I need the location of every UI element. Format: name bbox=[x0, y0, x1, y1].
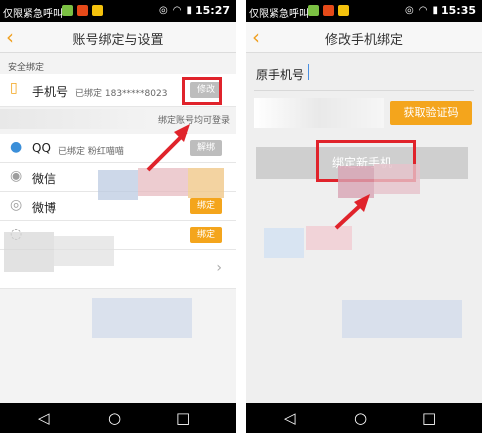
section-label: 安全绑定 bbox=[8, 63, 45, 73]
title-bar: ‹ 修改手机绑定 bbox=[246, 22, 482, 53]
input-underline bbox=[254, 90, 474, 91]
app-notification-icon bbox=[92, 5, 103, 16]
weibo-status-icon: ◎ bbox=[405, 5, 414, 16]
title-bar: ‹ 账号绑定与设置 bbox=[0, 22, 236, 53]
blurred-area bbox=[54, 236, 114, 266]
home-nav-icon[interactable]: ○ bbox=[108, 409, 121, 427]
right-screen: 仅限紧急呼叫 ◎ ◠ ▮ 15:35 ‹ 修改手机绑定 原手机号 获取验证码 绑… bbox=[246, 0, 482, 433]
phone-label: 手机号 bbox=[32, 85, 69, 99]
back-nav-icon[interactable]: ◁ bbox=[284, 409, 296, 427]
highlight-box bbox=[182, 77, 222, 105]
blurred-area bbox=[4, 232, 54, 272]
blurred-area bbox=[374, 164, 420, 194]
page-title: 账号绑定与设置 bbox=[72, 33, 164, 48]
blurred-area bbox=[92, 298, 192, 338]
nav-bar: ◁ ○ □ bbox=[0, 403, 236, 433]
app-notification-icon bbox=[308, 5, 319, 16]
qq-row: ● QQ 已绑定 粉红喵喵 解绑 bbox=[0, 134, 236, 163]
clock: 15:27 bbox=[194, 4, 230, 17]
wifi-icon: ◠ bbox=[172, 5, 182, 16]
page-title: 修改手机绑定 bbox=[324, 33, 403, 48]
blurred-area bbox=[342, 300, 462, 338]
wechat-label: 微信 bbox=[32, 172, 57, 186]
system-icons: ◎ ◠ ▮ bbox=[405, 5, 438, 16]
notification-icons bbox=[62, 5, 103, 16]
wifi-icon: ◠ bbox=[418, 5, 428, 16]
blurred-area bbox=[0, 109, 150, 129]
clock: 15:35 bbox=[440, 4, 476, 17]
weibo-icon: ◎ bbox=[10, 197, 23, 213]
original-phone-label: 原手机号 bbox=[256, 68, 305, 82]
qq-icon: ● bbox=[10, 139, 23, 155]
bind-weibo-button[interactable]: 绑定 bbox=[190, 198, 222, 214]
blurred-area bbox=[254, 98, 384, 128]
get-verification-code-button[interactable]: 获取验证码 bbox=[390, 101, 472, 125]
phone-input-cursor[interactable] bbox=[308, 64, 309, 80]
divider bbox=[236, 0, 246, 433]
recent-apps-icon[interactable]: □ bbox=[422, 409, 436, 427]
weibo-status-icon: ◎ bbox=[159, 5, 168, 16]
nav-bar: ◁ ○ □ bbox=[246, 403, 482, 433]
status-bar: 仅限紧急呼叫 ◎ ◠ ▮ 15:27 bbox=[0, 0, 236, 22]
blurred-area bbox=[264, 228, 304, 258]
back-nav-icon[interactable]: ◁ bbox=[38, 409, 50, 427]
qq-bound-text: 已绑定 粉红喵喵 bbox=[58, 147, 124, 157]
blurred-area bbox=[98, 170, 138, 200]
app-notification-icon bbox=[77, 5, 88, 16]
app-notification-icon bbox=[323, 5, 334, 16]
battery-icon: ▮ bbox=[186, 5, 192, 16]
phone-bound-text: 已绑定 183*****8023 bbox=[75, 89, 168, 99]
mobile-phone-icon: ▯ bbox=[10, 80, 18, 96]
qq-label: QQ bbox=[32, 141, 51, 155]
system-icons: ◎ ◠ ▮ bbox=[159, 5, 192, 16]
chevron-right-icon: › bbox=[216, 260, 222, 276]
battery-icon: ▮ bbox=[432, 5, 438, 16]
bind-account-button[interactable]: 绑定 bbox=[190, 227, 222, 243]
status-bar: 仅限紧急呼叫 ◎ ◠ ▮ 15:35 bbox=[246, 0, 482, 22]
carrier-label: 仅限紧急呼叫 bbox=[3, 9, 63, 20]
note-row: 绑定账号均可登录 bbox=[0, 107, 236, 133]
weibo-label: 微博 bbox=[32, 201, 57, 215]
carrier-label: 仅限紧急呼叫 bbox=[249, 9, 309, 20]
app-notification-icon bbox=[338, 5, 349, 16]
app-notification-icon bbox=[62, 5, 73, 16]
wechat-icon: ◉ bbox=[10, 168, 23, 184]
left-screen: 仅限紧急呼叫 ◎ ◠ ▮ 15:27 ‹ 账号绑定与设置 安全绑定 ▯ 手机号 … bbox=[0, 0, 236, 433]
red-arrow bbox=[334, 194, 370, 230]
notification-icons bbox=[308, 5, 349, 16]
red-arrow bbox=[146, 124, 190, 172]
recent-apps-icon[interactable]: □ bbox=[176, 409, 190, 427]
home-nav-icon[interactable]: ○ bbox=[354, 409, 367, 427]
